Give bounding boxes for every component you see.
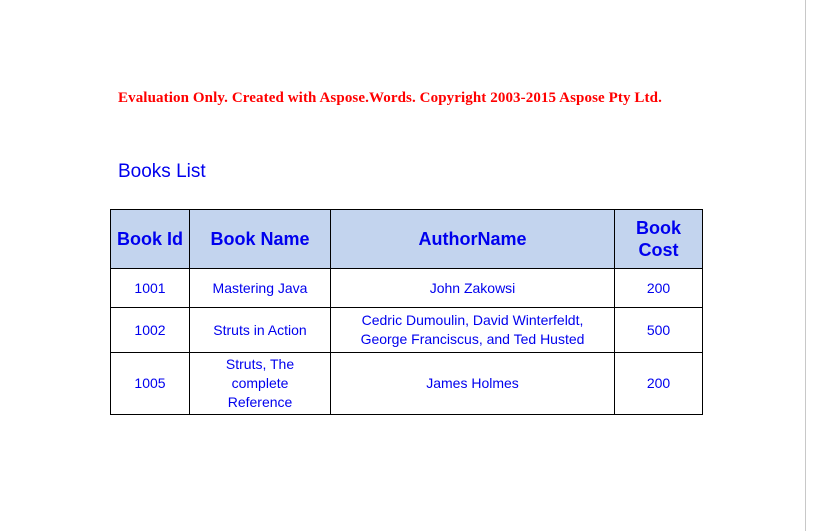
cell-book-id: 1002 bbox=[110, 307, 190, 353]
cell-book-cost: 200 bbox=[614, 352, 703, 415]
column-header-author-name: AuthorName bbox=[330, 209, 615, 269]
column-header-book-cost: Book Cost bbox=[614, 209, 703, 269]
column-header-book-id: Book Id bbox=[110, 209, 190, 269]
cell-book-id: 1001 bbox=[110, 268, 190, 308]
table-row: 1001 Mastering Java John Zakowsi 200 bbox=[110, 268, 703, 308]
cell-book-name: Struts, The complete Reference bbox=[189, 352, 331, 415]
cell-book-cost: 200 bbox=[614, 268, 703, 308]
document-page: Evaluation Only. Created with Aspose.Wor… bbox=[0, 0, 806, 531]
cell-author-name: Cedric Dumoulin, David Winterfeldt, Geor… bbox=[330, 307, 615, 353]
cell-book-name: Struts in Action bbox=[189, 307, 331, 353]
table-row: 1005 Struts, The complete Reference Jame… bbox=[110, 352, 703, 415]
cell-book-name: Mastering Java bbox=[189, 268, 331, 308]
cell-author-name: James Holmes bbox=[330, 352, 615, 415]
table-row: 1002 Struts in Action Cedric Dumoulin, D… bbox=[110, 307, 703, 353]
cell-book-id: 1005 bbox=[110, 352, 190, 415]
table-header-row: Book Id Book Name AuthorName Book Cost bbox=[110, 209, 703, 269]
aspose-evaluation-notice: Evaluation Only. Created with Aspose.Wor… bbox=[118, 90, 662, 106]
books-table: Book Id Book Name AuthorName Book Cost 1… bbox=[110, 209, 703, 415]
page-title: Books List bbox=[118, 161, 206, 182]
cell-author-name: John Zakowsi bbox=[330, 268, 615, 308]
cell-book-cost: 500 bbox=[614, 307, 703, 353]
column-header-book-name: Book Name bbox=[189, 209, 331, 269]
